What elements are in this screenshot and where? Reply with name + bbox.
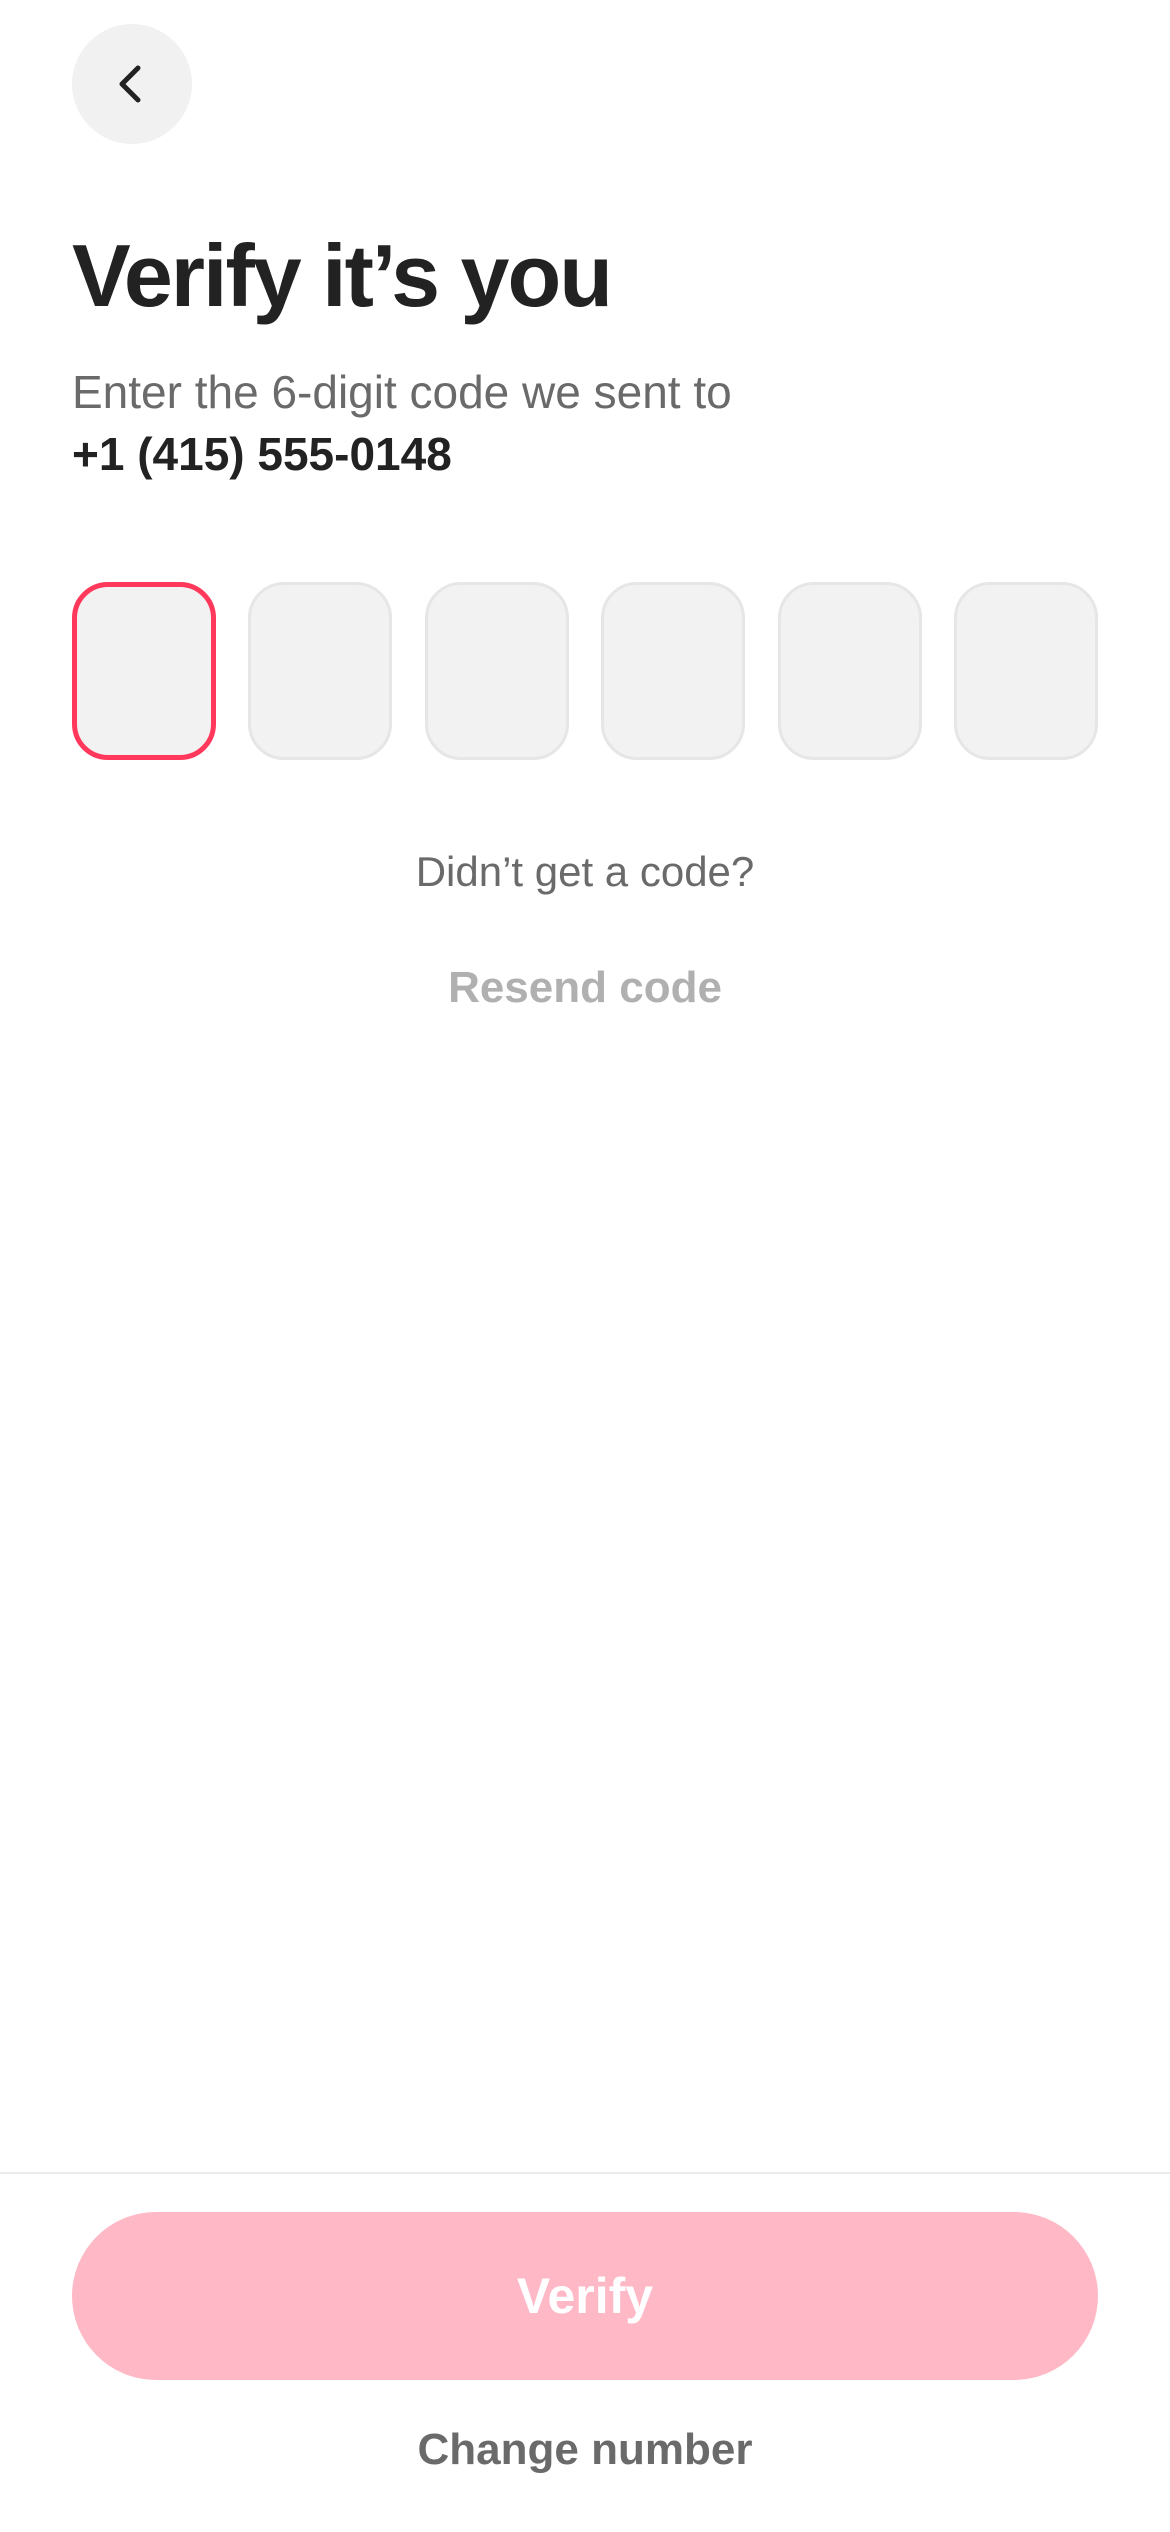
otp-digit-5[interactable] (777, 582, 922, 760)
otp-input-group (72, 582, 1098, 760)
instruction-text: Enter the 6-digit code we sent to (72, 366, 732, 418)
footer-divider (0, 2172, 1170, 2174)
verify-button[interactable]: Verify (72, 2212, 1098, 2380)
chevron-left-icon (119, 65, 141, 103)
change-number-button[interactable]: Change number (335, 2420, 835, 2480)
resend-prompt: Didn’t get a code? (415, 848, 755, 895)
otp-digit-4[interactable] (601, 582, 746, 760)
phone-number: +1 (415) 555-0148 (72, 428, 452, 480)
page-title: Verify it’s you (72, 226, 613, 325)
otp-digit-3[interactable] (424, 582, 569, 760)
back-button[interactable] (72, 24, 192, 144)
otp-digit-6[interactable] (953, 582, 1098, 760)
otp-digit-1[interactable] (72, 582, 216, 760)
otp-digit-2[interactable] (248, 582, 393, 760)
resend-code-button[interactable]: Resend code (385, 958, 785, 1018)
